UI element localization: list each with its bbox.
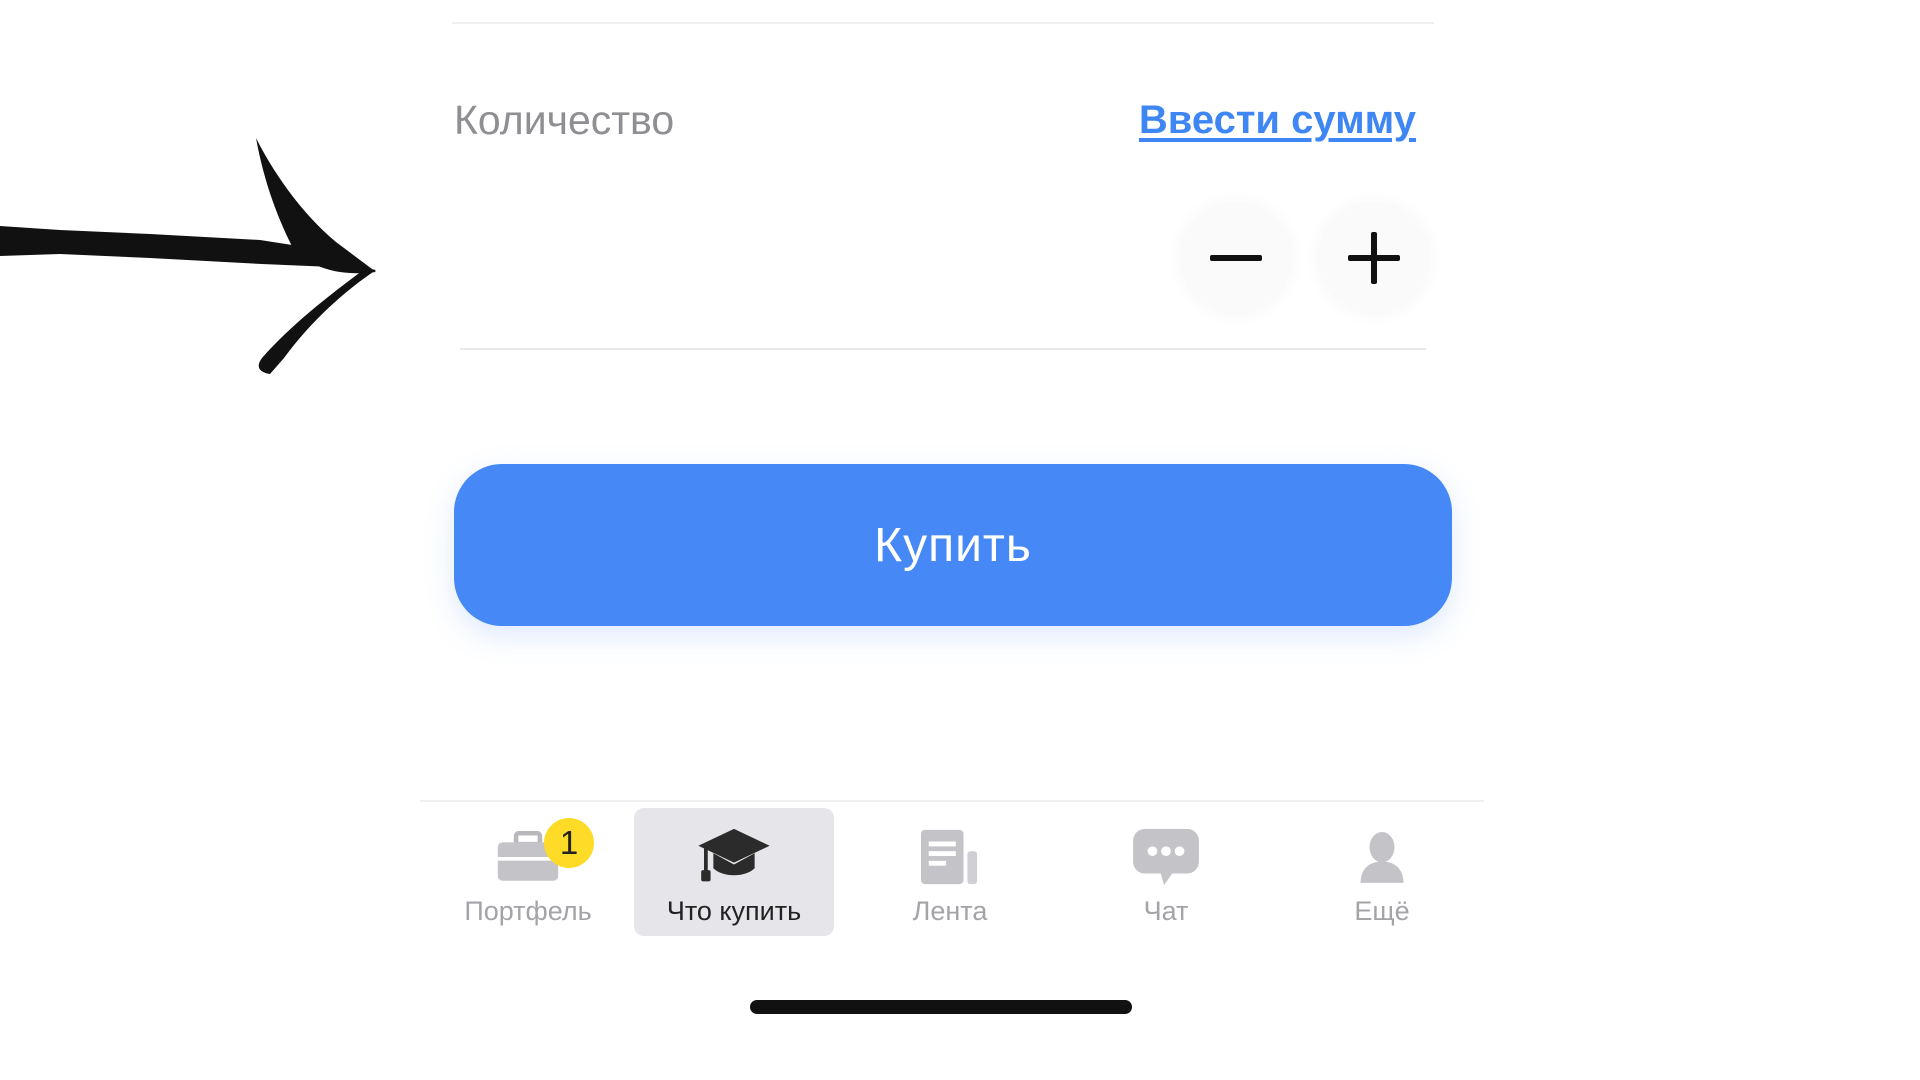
graduation-cap-icon [696,822,772,892]
notification-badge: 1 [544,818,594,868]
bottom-tab-bar: 1 Портфель Что купить Лента Чат Ещё [420,806,1484,936]
tab-label: Лента [912,896,988,926]
top-divider [452,22,1434,24]
decrement-button[interactable] [1180,202,1292,314]
profile-icon [1344,822,1420,892]
tab-more[interactable]: Ещё [1282,808,1482,936]
plus-icon [1348,232,1400,284]
tab-portfolio[interactable]: 1 Портфель [428,808,628,936]
chat-bubble-icon [1128,822,1204,892]
tab-label: Ещё [1354,896,1410,926]
quantity-divider [460,348,1426,350]
minus-icon [1210,255,1262,261]
tab-label: Чат [1143,896,1189,926]
briefcase-icon: 1 [490,818,594,892]
enter-sum-link[interactable]: Ввести сумму [1139,96,1416,144]
tab-what-to-buy[interactable]: Что купить [634,808,834,936]
news-feed-icon [912,822,988,892]
tab-feed[interactable]: Лента [850,808,1050,936]
order-screen: Количество Ввести сумму Купить 1 Портфел… [0,0,1920,1080]
tabbar-divider [420,800,1484,802]
buy-button[interactable]: Купить [454,464,1452,626]
increment-button[interactable] [1318,202,1430,314]
home-indicator[interactable] [750,1000,1132,1014]
tab-label: Портфель [464,896,592,926]
quantity-label: Количество [454,97,675,143]
tab-label: Что купить [666,896,802,926]
tab-chat[interactable]: Чат [1066,808,1266,936]
hand-drawn-arrow-icon [0,138,376,374]
